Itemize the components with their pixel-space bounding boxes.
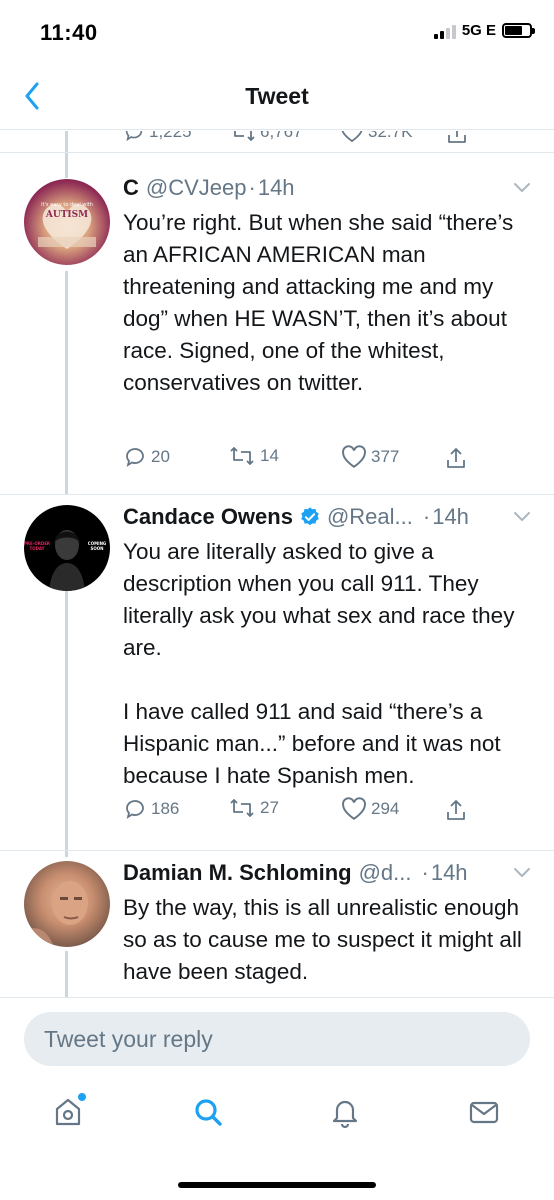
retweet-action[interactable]: 6,767: [230, 131, 303, 143]
chevron-down-icon[interactable]: [510, 175, 534, 199]
reply-bar: [0, 997, 554, 1070]
reply-count: 1,225: [149, 131, 192, 141]
tweet-time: 14h: [257, 175, 295, 200]
like-action[interactable]: 32.7K: [340, 131, 412, 143]
tweet-text: You’re right. But when she said “there’s…: [123, 210, 520, 395]
share-icon: [447, 448, 465, 468]
share-action[interactable]: [446, 131, 468, 145]
like-count: 377: [371, 447, 400, 466]
tweet-actions: 20 14 377: [123, 445, 483, 475]
tab-messages[interactable]: [464, 1092, 504, 1132]
svg-text:TODAY: TODAY: [29, 546, 44, 551]
page-title: Tweet: [245, 83, 309, 109]
home-indicator[interactable]: [178, 1182, 376, 1188]
separator: ·: [422, 504, 431, 529]
heart-icon: [342, 445, 366, 468]
reply-action[interactable]: 186: [123, 797, 179, 821]
reply-action[interactable]: 20: [123, 445, 170, 469]
display-name[interactable]: Candace Owens: [123, 504, 293, 530]
chevron-down-icon[interactable]: [510, 504, 534, 528]
tweet[interactable]: AUTISM It's easy to deal with C @CVJeep …: [0, 153, 554, 495]
share-action[interactable]: [445, 445, 467, 471]
reply-icon: [125, 131, 143, 142]
tab-search[interactable]: [188, 1092, 228, 1132]
tweet[interactable]: Damian M. Schloming @d... · 14h By the w…: [0, 851, 554, 997]
tweet-header: C @CVJeep · 14h: [123, 173, 534, 203]
share-icon: [448, 131, 466, 143]
book-heart-image: AUTISM It's easy to deal with: [38, 202, 96, 249]
status-bar: 11:40 5G E: [0, 0, 554, 64]
svg-text:AUTISM: AUTISM: [45, 210, 88, 220]
like-action[interactable]: 294: [341, 797, 399, 821]
profile-photo: PRE-ORDER TODAY COMING SOON: [24, 530, 106, 591]
profile-photo: [24, 881, 88, 947]
reply-action[interactable]: 1,225: [123, 131, 192, 143]
display-name[interactable]: C: [123, 175, 139, 201]
status-indicators: 5G E: [433, 22, 535, 39]
retweet-icon: [230, 799, 254, 817]
tab-bar: [0, 1070, 554, 1200]
reply-thread[interactable]: 1,225 6,767 32.7K AUTISM It's easy to de…: [0, 131, 554, 997]
like-count: 294: [371, 799, 400, 818]
previous-tweet-actions: 1,225 6,767 32.7K: [0, 131, 554, 147]
retweet-count: 6,767: [260, 131, 303, 141]
network-type: 5G E: [461, 22, 496, 39]
envelope-icon: [469, 1101, 499, 1124]
svg-text:SOON: SOON: [90, 546, 103, 551]
tab-home[interactable]: [48, 1092, 88, 1132]
bell-icon: [332, 1100, 358, 1129]
tweet-header: Damian M. Schloming @d... · 14h: [123, 858, 534, 888]
avatar[interactable]: [24, 861, 110, 947]
chevron-down-icon[interactable]: [510, 860, 534, 884]
reply-count: 186: [151, 799, 180, 818]
retweet-icon: [234, 131, 255, 141]
like-count: 32.7K: [368, 131, 413, 141]
battery-icon: [502, 23, 535, 38]
share-action[interactable]: [445, 797, 467, 823]
retweet-action[interactable]: 14: [228, 445, 279, 467]
separator: ·: [421, 860, 429, 885]
tweet-text: You are literally asked to give a descri…: [123, 539, 515, 788]
reply-count: 20: [151, 447, 170, 466]
avatar[interactable]: PRE-ORDER TODAY COMING SOON: [24, 505, 110, 591]
signal-strength-icon: [433, 23, 456, 39]
display-name[interactable]: Damian M. Schloming: [123, 860, 352, 886]
verified-badge-icon: [301, 507, 319, 526]
user-handle[interactable]: @CVJeep: [146, 175, 247, 201]
tweet-time: 14h: [430, 860, 468, 885]
heart-icon: [341, 131, 363, 143]
separator: ·: [248, 175, 256, 200]
status-time: 11:40: [40, 20, 98, 45]
search-icon: [195, 1099, 222, 1126]
retweet-count: 14: [260, 446, 279, 465]
tweet-time: 14h: [432, 504, 469, 529]
share-icon: [447, 800, 465, 820]
tweet-actions: 186 27 294: [123, 797, 483, 827]
tweet-header: Candace Owens @Real... · 14h: [123, 502, 534, 532]
avatar[interactable]: AUTISM It's easy to deal with: [24, 179, 110, 265]
retweet-icon: [230, 447, 254, 465]
new-content-dot: [78, 1093, 86, 1101]
nav-bar: Tweet: [0, 64, 554, 130]
tab-notifications[interactable]: [325, 1092, 365, 1132]
user-handle[interactable]: @d...: [359, 860, 412, 886]
tweet-text: By the way, this is all unrealistic enou…: [123, 895, 529, 984]
reply-icon: [126, 800, 144, 819]
reply-icon: [126, 448, 144, 467]
retweet-action[interactable]: 27: [228, 797, 279, 819]
user-handle[interactable]: @Real...: [327, 504, 413, 530]
svg-text:It's easy to deal with: It's easy to deal with: [41, 202, 93, 208]
tweet[interactable]: PRE-ORDER TODAY COMING SOON Candace Owen…: [0, 495, 554, 851]
heart-icon: [342, 797, 366, 820]
retweet-count: 27: [260, 798, 279, 817]
like-action[interactable]: 377: [341, 445, 399, 469]
reply-input[interactable]: [24, 1012, 530, 1066]
